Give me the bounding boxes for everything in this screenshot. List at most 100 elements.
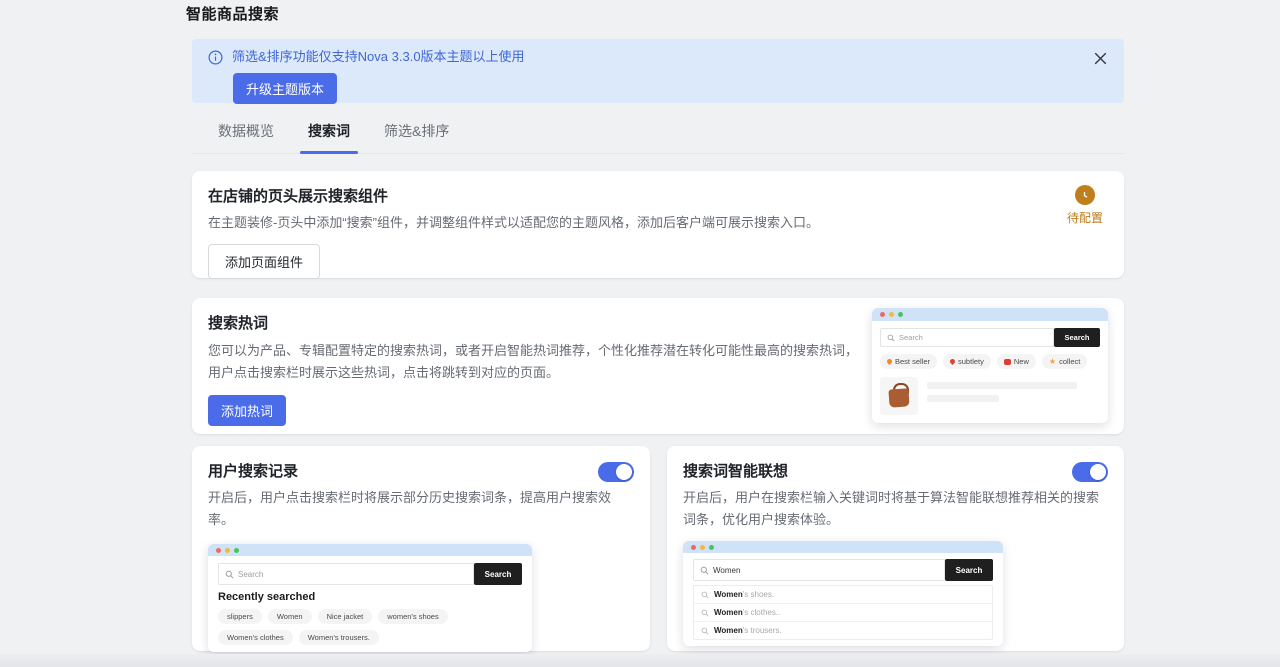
page: 智能商品搜索 筛选&排序功能仅支持Nova 3.3.0版本主题以上使用 升级主题…: [0, 0, 1280, 667]
clock-icon: [1075, 185, 1095, 205]
window-dot-red: [216, 548, 221, 553]
card-description: 您可以为产品、专辑配置特定的搜索热词，或者开启智能热词推荐，个性化推荐潜在转化可…: [208, 340, 863, 384]
tab-search-terms[interactable]: 搜索词: [304, 111, 354, 153]
preview-search-button: Search: [474, 563, 522, 585]
bottom-card-row: 用户搜索记录 开启后，用户点击搜索栏时将展示部分历史搜索词条，提高用户搜索效率。: [192, 446, 1124, 651]
history-term-pill: Women's trousers.: [299, 630, 379, 645]
suggestion-row: Women's trousers.: [694, 621, 992, 639]
pill-label: New: [1014, 357, 1029, 366]
preview-search-placeholder: Search: [238, 570, 263, 579]
add-page-component-button[interactable]: 添加页面组件: [208, 244, 320, 279]
preview-search-bar: Search Search: [218, 563, 522, 585]
search-icon: [701, 609, 709, 617]
card-description: 开启后，用户在搜索栏输入关键词时将基于算法智能联想推荐相关的搜索词条，优化用户搜…: [683, 487, 1103, 531]
window-dot-green: [234, 548, 239, 553]
pill-label: Best seller: [895, 357, 930, 366]
search-history-card: 用户搜索记录 开启后，用户点击搜索栏时将展示部分历史搜索词条，提高用户搜索效率。: [192, 446, 650, 651]
hot-word-pill: subtlety: [943, 354, 991, 369]
card-description: 开启后，用户点击搜索栏时将展示部分历史搜索词条，提高用户搜索效率。: [208, 487, 634, 531]
page-title: 智能商品搜索: [186, 0, 1124, 24]
window-body: Search Search Recently searched slippers…: [208, 556, 532, 652]
search-history-toggle[interactable]: [598, 462, 634, 482]
text-placeholders: [927, 377, 1077, 402]
status-badge: 待配置: [1067, 185, 1103, 226]
history-term-pills: slippers Women Nice jacket women's shoes…: [218, 609, 522, 645]
pill-label: collect: [1059, 357, 1080, 366]
window-body: Search Search Best seller subtlety New c…: [872, 321, 1108, 423]
header-component-card: 在店铺的页头展示搜索组件 在主题装修-页头中添加“搜索”组件，并调整组件样式以适…: [192, 171, 1124, 278]
close-icon[interactable]: [1094, 52, 1107, 65]
suggestion-row: Women's shoes.: [694, 586, 992, 603]
card-title: 用户搜索记录: [208, 462, 298, 482]
preview-search-value: Women: [713, 566, 740, 575]
new-badge-icon: [1004, 359, 1011, 365]
history-term-pill: Nice jacket: [318, 609, 373, 624]
preview-search-button: Search: [1054, 328, 1100, 347]
history-term-pill: women's shoes: [378, 609, 447, 624]
star-icon: [1049, 358, 1056, 366]
window-dot-yellow: [700, 545, 705, 550]
history-term-pill: slippers: [218, 609, 262, 624]
card-description: 在主题装修-页头中添加“搜索”组件，并调整组件样式以适配您的主题风格，添加后客户…: [208, 212, 1104, 234]
product-result-row: [880, 377, 1100, 415]
suggestion-list: Women's shoes. Women's clothes.. Women's…: [693, 585, 993, 640]
upgrade-theme-button[interactable]: 升级主题版本: [233, 73, 337, 104]
add-hot-word-button[interactable]: 添加热词: [208, 395, 286, 426]
tab-bar: 数据概览 搜索词 筛选&排序: [192, 111, 1124, 154]
hot-word-pills: Best seller subtlety New collect: [880, 354, 1100, 369]
window-titlebar: [683, 541, 1003, 553]
search-icon: [887, 334, 895, 342]
search-icon: [225, 570, 234, 579]
banner-text: 筛选&排序功能仅支持Nova 3.3.0版本主题以上使用: [232, 49, 525, 65]
card-header: 用户搜索记录: [208, 462, 634, 482]
window-dot-yellow: [889, 312, 894, 317]
window-titlebar: [208, 544, 532, 556]
toggle-knob: [1090, 464, 1106, 480]
search-icon: [701, 627, 709, 635]
smart-suggest-toggle[interactable]: [1072, 462, 1108, 482]
window-dot-yellow: [225, 548, 230, 553]
hot-word-pill: Best seller: [880, 354, 937, 369]
banner-row: 筛选&排序功能仅支持Nova 3.3.0版本主题以上使用: [208, 49, 1108, 65]
search-icon: [701, 591, 709, 599]
card-header: 搜索词智能联想: [683, 462, 1108, 482]
smart-suggest-preview-window: Women Search Women's shoes. Women': [683, 541, 1003, 646]
notice-banner: 筛选&排序功能仅支持Nova 3.3.0版本主题以上使用 升级主题版本: [192, 39, 1124, 103]
preview-search-button: Search: [945, 559, 993, 581]
info-icon: [208, 50, 223, 65]
flame-icon: [949, 358, 956, 365]
window-dot-green: [898, 312, 903, 317]
tab-filter-sort[interactable]: 筛选&排序: [380, 111, 453, 153]
suggestion-text: Women's trousers.: [714, 626, 782, 635]
smart-suggest-card: 搜索词智能联想 开启后，用户在搜索栏输入关键词时将基于算法智能联想推荐相关的搜索…: [667, 446, 1124, 651]
history-term-pill: Women's clothes: [218, 630, 293, 645]
toggle-knob: [616, 464, 632, 480]
status-label: 待配置: [1067, 209, 1103, 226]
preview-search-input: Search: [218, 563, 474, 585]
suggestion-text: Women's shoes.: [714, 590, 774, 599]
pill-label: subtlety: [958, 357, 984, 366]
card-title: 在店铺的页头展示搜索组件: [208, 187, 1104, 207]
window-dot-red: [880, 312, 885, 317]
preview-search-bar: Women Search: [693, 559, 993, 581]
hot-word-pill: collect: [1042, 354, 1087, 369]
tab-data-overview[interactable]: 数据概览: [214, 111, 278, 153]
suggestion-row: Women's clothes..: [694, 603, 992, 621]
search-history-preview-window: Search Search Recently searched slippers…: [208, 544, 532, 652]
preview-search-input: Women: [693, 559, 945, 581]
search-icon: [700, 566, 709, 575]
product-image: [880, 377, 918, 415]
suggestion-text: Women's clothes..: [714, 608, 780, 617]
window-dot-red: [691, 545, 696, 550]
preview-search-placeholder: Search: [899, 333, 923, 342]
bottom-strip: [0, 654, 1280, 667]
window-titlebar: [872, 308, 1108, 321]
hot-words-preview-window: Search Search Best seller subtlety New c…: [872, 308, 1108, 423]
flame-icon: [886, 358, 893, 365]
hot-words-card: 搜索热词 您可以为产品、专辑配置特定的搜索热词，或者开启智能热词推荐，个性化推荐…: [192, 298, 1124, 434]
hot-word-pill: New: [997, 354, 1036, 369]
main-content: 智能商品搜索 筛选&排序功能仅支持Nova 3.3.0版本主题以上使用 升级主题…: [192, 0, 1124, 651]
recently-searched-heading: Recently searched: [218, 591, 522, 603]
window-dot-green: [709, 545, 714, 550]
preview-search-input: Search: [880, 328, 1054, 347]
